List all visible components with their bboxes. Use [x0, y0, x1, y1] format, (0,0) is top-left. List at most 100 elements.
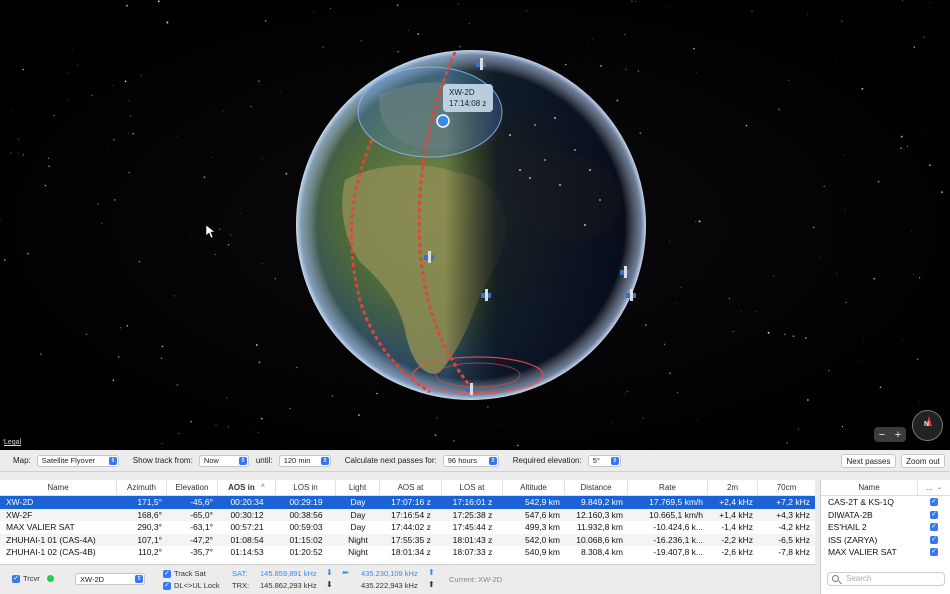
- table-cell: Night: [348, 547, 368, 558]
- required-elevation-select[interactable]: 5° ⇕: [587, 454, 621, 467]
- table-cell: -7,8 kHz: [778, 547, 810, 558]
- required-elevation-label: Required elevation:: [512, 456, 582, 465]
- table-row[interactable]: MAX VALIER SAT 290,3° -63,1° 00:57:21 00:59:…: [0, 521, 815, 534]
- col-header-2m[interactable]: 2m: [708, 480, 758, 495]
- list-item[interactable]: ISS (ZARYA) ✓: [821, 534, 950, 547]
- trcvr-select[interactable]: XW-2D ⇕: [75, 573, 145, 585]
- col-header-los-at[interactable]: LOS at: [442, 480, 503, 495]
- chevron-updown-icon: ⇕: [488, 456, 497, 465]
- trcvr-select-value: XW-2D: [80, 574, 105, 584]
- trx-uplink-freq: 435.222,943 kHz: [361, 581, 418, 590]
- satellite-enabled-checkbox[interactable]: ✓: [930, 548, 938, 556]
- table-cell: ZHUHAI-1 01 (CAS-4A): [6, 534, 96, 545]
- sat-uplink-freq: 435.230,109 kHz: [361, 569, 418, 578]
- table-row[interactable]: XW-2D 171,5° -45,6° 00:20:34 00:29:19 Day 17:0…: [0, 496, 815, 509]
- calc-passes-select[interactable]: 96 hours ⇕: [442, 454, 499, 467]
- legal-link[interactable]: Legal: [4, 439, 21, 446]
- col-header-rate[interactable]: Rate: [628, 480, 708, 495]
- table-cell: -2,6 kHz: [721, 547, 753, 558]
- more-columns-label: ...: [926, 483, 933, 492]
- table-cell: 11.932,8 km: [576, 522, 623, 533]
- map-select-value: Satellite Flyover: [41, 456, 96, 465]
- satellite-enabled-checkbox[interactable]: ✓: [930, 523, 938, 531]
- trcvr-label: Trcvr: [23, 574, 40, 583]
- table-cell: 499,3 km: [525, 522, 560, 533]
- col-header-aos-in[interactable]: AOS in ^: [218, 480, 276, 495]
- table-row[interactable]: ZHUHAI-1 02 (CAS-4B) 110,2° -35,7° 01:14:53…: [0, 546, 815, 559]
- track-from-select[interactable]: Now ⇕: [198, 454, 249, 467]
- list-item[interactable]: ES'HAIL 2 ✓: [821, 521, 950, 534]
- arrow-left-icon[interactable]: ⬅: [342, 568, 349, 577]
- col-header-aos-at[interactable]: AOS at: [380, 480, 442, 495]
- table-cell: +1,4 kHz: [719, 509, 753, 520]
- zoom-out-button[interactable]: Zoom out: [901, 454, 945, 468]
- col-header-aos-in-label: AOS in: [228, 483, 255, 492]
- table-cell: 17:16:54 z: [391, 509, 431, 520]
- globe-map-view[interactable]: XW-2D 17:14:08 z Legal − + N: [0, 0, 950, 450]
- table-row[interactable]: ZHUHAI-1 01 (CAS-4A) 107,1° -47,2° 01:08:54…: [0, 533, 815, 546]
- col-header-los-in[interactable]: LOS in: [276, 480, 336, 495]
- col-header-azimuth[interactable]: Azimuth: [117, 480, 167, 495]
- chevron-down-icon: ⌄: [936, 485, 942, 491]
- satellite-name: MAX VALIER SAT: [828, 547, 897, 558]
- globe: [205, 50, 646, 400]
- track-sat-checkbox[interactable]: ✓: [163, 569, 171, 579]
- zoom-in-map-button[interactable]: +: [895, 429, 901, 441]
- list-item[interactable]: DIWATA-2B ✓: [821, 509, 950, 522]
- table-cell: -10.424,6 k...: [653, 522, 703, 533]
- search-icon: [832, 575, 839, 582]
- col-header-more[interactable]: ... ⌄: [918, 480, 950, 495]
- table-cell: -35,7°: [190, 547, 213, 558]
- user-location-marker[interactable]: [436, 114, 450, 128]
- col-header-elevation[interactable]: Elevation: [167, 480, 218, 495]
- calc-passes-value: 96 hours: [447, 456, 477, 465]
- table-cell: 8.308,4 km: [580, 547, 623, 558]
- col-header-light[interactable]: Light: [336, 480, 380, 495]
- satellite-list-header: Name ... ⌄: [821, 480, 950, 496]
- until-select[interactable]: 120 min ⇕: [278, 454, 331, 467]
- sat-label: SAT:: [232, 569, 248, 578]
- map-zoom-control[interactable]: − +: [874, 427, 906, 442]
- table-cell: 107,1°: [137, 534, 162, 545]
- list-item[interactable]: MAX VALIER SAT ✓: [821, 546, 950, 559]
- chevron-updown-icon: ⇕: [108, 456, 117, 465]
- col-header-sat-name[interactable]: Name: [821, 480, 918, 495]
- table-cell: -1,4 kHz: [721, 522, 753, 533]
- table-cell: 171,5°: [137, 497, 162, 508]
- col-header-70cm[interactable]: 70cm: [758, 480, 815, 495]
- col-header-name[interactable]: Name: [0, 480, 117, 495]
- satellite-enabled-checkbox[interactable]: ✓: [930, 498, 938, 506]
- passes-table-header: Name Azimuth Elevation AOS in ^ LOS in L…: [0, 480, 815, 496]
- table-cell: 01:20:52: [289, 547, 323, 558]
- calc-passes-label: Calculate next passes for:: [344, 456, 437, 465]
- next-passes-button[interactable]: Next passes: [841, 454, 896, 468]
- col-header-altitude[interactable]: Altitude: [503, 480, 565, 495]
- list-item[interactable]: CAS-2T & KS-1Q ✓: [821, 496, 950, 509]
- satellite-enabled-checkbox[interactable]: ✓: [930, 510, 938, 519]
- mouse-cursor-icon: [205, 224, 216, 239]
- table-cell: 01:15:02: [289, 534, 323, 545]
- map-select[interactable]: Satellite Flyover ⇕: [36, 454, 119, 467]
- col-header-distance[interactable]: Distance: [565, 480, 628, 495]
- search-input[interactable]: Search: [827, 572, 945, 586]
- trcvr-checkbox[interactable]: ✓: [12, 574, 20, 584]
- status-indicator-icon: [47, 575, 54, 582]
- dl-ul-lock-checkbox[interactable]: ✓: [163, 581, 171, 591]
- compass-icon[interactable]: N: [912, 410, 943, 441]
- table-cell: MAX VALIER SAT: [6, 522, 75, 533]
- table-cell: -2,2 kHz: [721, 534, 753, 545]
- tooltip-sat-name: XW-2D: [449, 88, 475, 97]
- satellite-name: ES'HAIL 2: [828, 522, 867, 533]
- dl-ul-lock-label: DL<>UL Lock: [174, 581, 220, 590]
- table-row[interactable]: XW-2F 168,6° -65,0° 00:30:12 00:38:56 Day 17:1…: [0, 508, 815, 521]
- satellite-enabled-checkbox[interactable]: ✓: [930, 535, 938, 544]
- chevron-updown-icon: ⇕: [238, 456, 247, 465]
- table-cell: Day: [350, 497, 366, 508]
- trx-label: TRX:: [232, 581, 250, 590]
- table-cell: -4,2 kHz: [778, 522, 810, 533]
- chevron-updown-icon: ⇕: [320, 456, 329, 465]
- sort-ascending-icon: ^: [260, 484, 265, 491]
- table-cell: 18:07:33 z: [452, 547, 493, 558]
- table-cell: +2,4 kHz: [719, 497, 753, 508]
- zoom-out-map-button[interactable]: −: [879, 429, 885, 441]
